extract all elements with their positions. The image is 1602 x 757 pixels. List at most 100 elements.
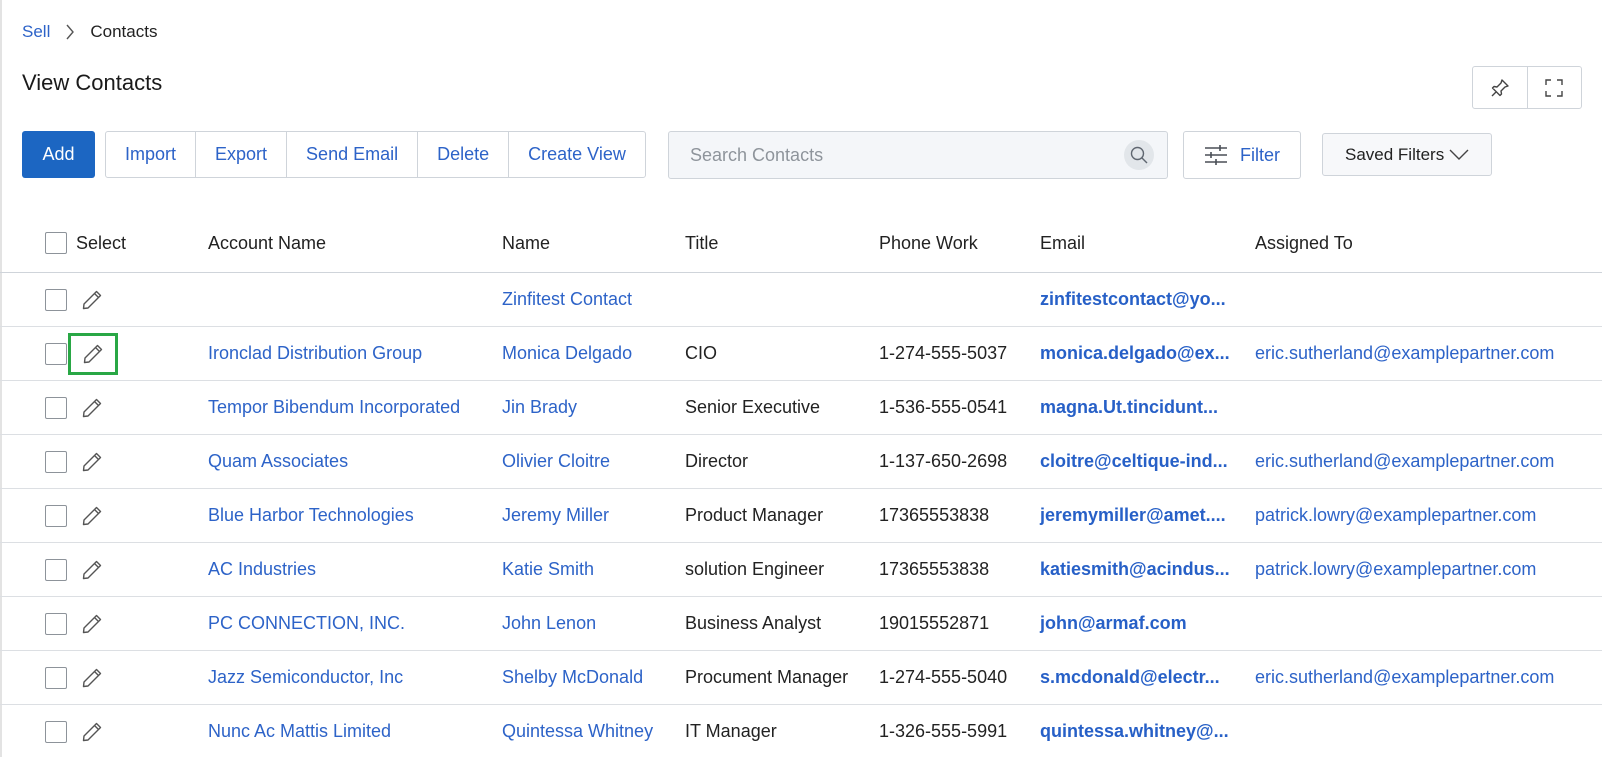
row-checkbox[interactable] xyxy=(45,612,67,635)
email-link[interactable]: monica.delgado@ex... xyxy=(1040,327,1230,380)
saved-filters-dropdown[interactable]: Saved Filters xyxy=(1322,133,1492,176)
import-button[interactable]: Import xyxy=(106,132,195,177)
pencil-icon xyxy=(80,450,104,474)
row-checkbox[interactable] xyxy=(45,504,67,527)
edit-button[interactable] xyxy=(79,719,105,745)
account-name-link[interactable]: PC CONNECTION, INC. xyxy=(208,597,405,650)
filter-button[interactable]: Filter xyxy=(1183,131,1301,179)
search-input[interactable] xyxy=(669,132,1124,178)
account-name-link[interactable]: Quam Associates xyxy=(208,435,348,488)
contact-name-link[interactable]: Zinfitest Contact xyxy=(502,273,632,326)
view-actions xyxy=(1472,66,1582,109)
email-link[interactable]: cloitre@celtique-ind... xyxy=(1040,435,1228,488)
export-button[interactable]: Export xyxy=(195,132,286,177)
contact-name-link[interactable]: John Lenon xyxy=(502,597,596,650)
table-row: Quam Associates Olivier Cloitre Director 1-… xyxy=(0,435,1602,489)
assigned-to-link[interactable]: eric.sutherland@examplepartner.com xyxy=(1255,651,1554,704)
account-name-link[interactable]: Jazz Semiconductor, Inc xyxy=(208,651,403,704)
table-row: Jazz Semiconductor, Inc Shelby McDonald Pr… xyxy=(0,651,1602,705)
assigned-to-link[interactable]: eric.sutherland@examplepartner.com xyxy=(1255,435,1554,488)
account-name-link[interactable]: Nunc Ac Mattis Limited xyxy=(208,705,391,757)
edit-button[interactable] xyxy=(79,611,105,637)
email-link[interactable]: jeremymiller@amet.... xyxy=(1040,489,1226,542)
phone-work: 17365553838 xyxy=(879,505,990,525)
email-link[interactable]: katiesmith@acindus... xyxy=(1040,543,1230,596)
row-checkbox[interactable] xyxy=(45,666,67,689)
edit-button[interactable] xyxy=(79,503,105,529)
search-icon[interactable] xyxy=(1124,140,1154,170)
table-row: Zinfitest Contact zinfitestcontact@yo... xyxy=(0,273,1602,327)
expand-icon xyxy=(1543,77,1565,99)
send-email-button[interactable]: Send Email xyxy=(286,132,417,177)
contact-name-link[interactable]: Shelby McDonald xyxy=(502,651,643,704)
row-checkbox[interactable] xyxy=(45,720,67,743)
delete-button[interactable]: Delete xyxy=(417,132,508,177)
header-assigned-to[interactable]: Assigned To xyxy=(1255,214,1353,272)
page-title: View Contacts xyxy=(22,70,163,95)
contact-title: Director xyxy=(685,451,749,471)
edit-button[interactable] xyxy=(68,332,118,375)
pencil-icon xyxy=(80,558,104,582)
row-checkbox[interactable] xyxy=(45,288,67,311)
email-link[interactable]: zinfitestcontact@yo... xyxy=(1040,273,1226,326)
saved-filters-label: Saved Filters xyxy=(1345,144,1445,164)
sliders-icon xyxy=(1204,144,1228,166)
phone-work: 1-274-555-5037 xyxy=(879,343,1008,363)
contact-name-link[interactable]: Monica Delgado xyxy=(502,327,632,380)
add-button[interactable]: Add xyxy=(22,131,95,178)
breadcrumb-sell-link[interactable]: Sell xyxy=(22,22,50,42)
header-phone-work[interactable]: Phone Work xyxy=(879,214,978,272)
pin-button[interactable] xyxy=(1473,67,1527,108)
email-link[interactable]: s.mcdonald@electr... xyxy=(1040,651,1220,704)
row-checkbox[interactable] xyxy=(45,342,67,365)
account-name-link[interactable]: Ironclad Distribution Group xyxy=(208,327,422,380)
row-checkbox[interactable] xyxy=(45,396,67,419)
email-link[interactable]: magna.Ut.tincidunt... xyxy=(1040,381,1218,434)
action-toolbar: Add Import Export Send Email Delete Crea… xyxy=(22,131,646,178)
contact-name-link[interactable]: Olivier Cloitre xyxy=(502,435,610,488)
assigned-to-link[interactable]: patrick.lowry@examplepartner.com xyxy=(1255,489,1536,542)
breadcrumb: Sell Contacts xyxy=(22,20,157,44)
phone-work: 1-326-555-5991 xyxy=(879,721,1008,741)
chevron-down-icon xyxy=(1449,149,1469,161)
contact-name-link[interactable]: Jin Brady xyxy=(502,381,577,434)
pencil-icon xyxy=(81,342,105,366)
phone-work: 1-536-555-0541 xyxy=(879,397,1008,417)
account-name-link[interactable]: AC Industries xyxy=(208,543,316,596)
email-link[interactable]: quintessa.whitney@... xyxy=(1040,705,1229,757)
row-checkbox[interactable] xyxy=(45,450,67,473)
edit-button[interactable] xyxy=(79,449,105,475)
account-name-link[interactable]: Blue Harbor Technologies xyxy=(208,489,414,542)
header-title[interactable]: Title xyxy=(685,214,718,272)
table-row: Blue Harbor Technologies Jeremy Miller Pro… xyxy=(0,489,1602,543)
contact-title: solution Engineer xyxy=(685,559,825,579)
contact-name-link[interactable]: Quintessa Whitney xyxy=(502,705,653,757)
chevron-right-icon xyxy=(50,23,90,41)
table-row: PC CONNECTION, INC. John Lenon Business An… xyxy=(0,597,1602,651)
edit-button[interactable] xyxy=(79,557,105,583)
edit-button[interactable] xyxy=(79,287,105,313)
phone-work: 1-137-650-2698 xyxy=(879,451,1008,471)
contact-name-link[interactable]: Katie Smith xyxy=(502,543,594,596)
edit-button[interactable] xyxy=(79,665,105,691)
email-link[interactable]: john@armaf.com xyxy=(1040,597,1187,650)
fullscreen-button[interactable] xyxy=(1526,67,1582,108)
header-name[interactable]: Name xyxy=(502,214,550,272)
contact-title: Business Analyst xyxy=(685,613,822,633)
header-email[interactable]: Email xyxy=(1040,214,1085,272)
pencil-icon xyxy=(80,720,104,744)
phone-work: 17365553838 xyxy=(879,559,990,579)
filter-label: Filter xyxy=(1240,144,1280,165)
table-row: Nunc Ac Mattis Limited Quintessa Whitney I… xyxy=(0,705,1602,757)
create-view-button[interactable]: Create View xyxy=(508,132,645,177)
header-account-name[interactable]: Account Name xyxy=(208,214,326,272)
edit-button[interactable] xyxy=(79,395,105,421)
select-all-checkbox[interactable] xyxy=(45,232,67,254)
assigned-to-link[interactable]: eric.sutherland@examplepartner.com xyxy=(1255,327,1554,380)
contact-title: IT Manager xyxy=(685,721,777,741)
assigned-to-link[interactable]: patrick.lowry@examplepartner.com xyxy=(1255,543,1536,596)
account-name-link[interactable]: Tempor Bibendum Incorporated xyxy=(208,381,460,434)
row-checkbox[interactable] xyxy=(45,558,67,581)
phone-work: 19015552871 xyxy=(879,613,990,633)
contact-name-link[interactable]: Jeremy Miller xyxy=(502,489,609,542)
